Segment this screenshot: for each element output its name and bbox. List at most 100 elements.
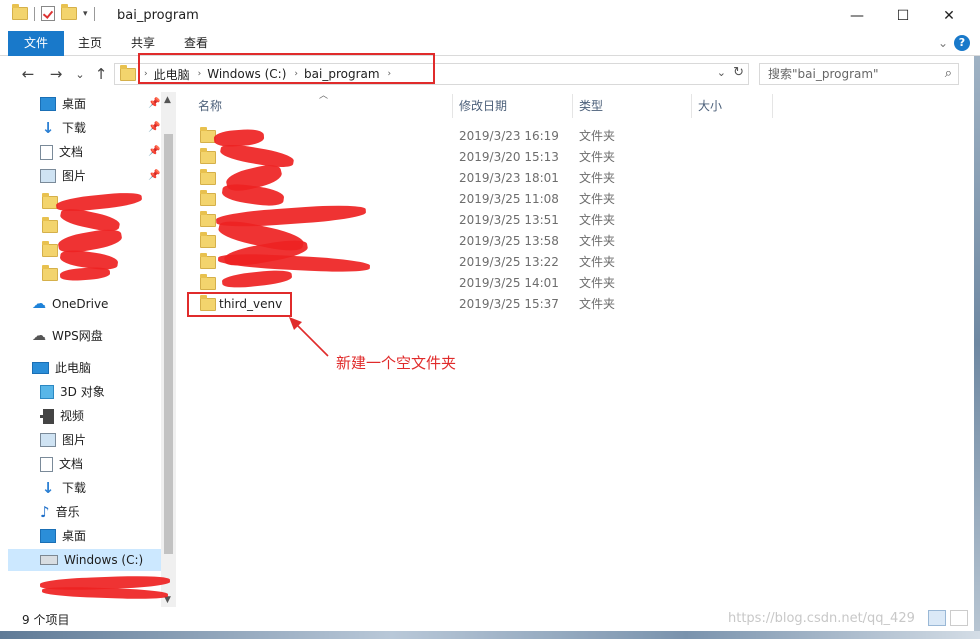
column-header-size[interactable]: 大小 [698,92,722,120]
up-button[interactable]: ↑ [91,64,111,84]
quick-access-toolbar: ▾ [12,4,95,21]
file-date: 2019/3/25 14:01 [459,276,559,290]
file-date: 2019/3/20 15:13 [459,150,559,164]
properties-icon[interactable] [41,6,55,21]
sidebar-item-desktop-pc[interactable]: 桌面 [40,525,160,547]
maximize-button[interactable]: ☐ [880,0,926,31]
computer-icon [32,362,49,374]
refresh-icon[interactable]: ↻ [733,65,744,80]
folder-icon [12,4,28,20]
column-header-date[interactable]: 修改日期 [459,92,507,120]
file-date: 2019/3/25 13:22 [459,255,559,269]
divider [93,6,95,21]
sort-ascending-icon: ︿ [319,91,329,101]
close-button[interactable]: ✕ [926,0,972,31]
column-header-type[interactable]: 类型 [579,92,603,120]
file-type: 文件夹 [579,129,616,143]
file-type: 文件夹 [579,150,616,164]
folder-icon[interactable] [42,241,58,257]
sidebar-item-videos[interactable]: 视频 [40,405,160,427]
sidebar-item-drive-c[interactable]: Windows (C:) [8,549,161,571]
scrollbar-thumb[interactable] [164,134,173,554]
folder-icon [200,148,216,164]
scroll-up-icon[interactable]: ▲ [164,95,171,105]
desktop-background-strip [0,631,980,639]
folder-icon [200,190,216,206]
sidebar-item-desktop[interactable]: 桌面 📌 [40,93,160,115]
search-icon[interactable]: ⌕ [945,64,952,84]
pin-icon: 📌 [148,122,161,133]
back-button[interactable]: ← [18,64,38,84]
download-icon: ↓ [41,479,55,497]
file-date: 2019/3/25 13:58 [459,234,559,248]
sidebar-scrollbar[interactable]: ▲ ▼ [161,92,176,607]
annotation-text: 新建一个空文件夹 [336,354,457,372]
recent-locations-button[interactable]: ⌄ [70,64,90,84]
file-type: 文件夹 [579,192,616,206]
sidebar-item-onedrive[interactable]: ☁ OneDrive [32,293,160,315]
sidebar-item-pictures[interactable]: 图片 📌 [40,165,160,187]
document-icon [40,456,53,472]
folder-icon[interactable] [42,265,58,281]
picture-icon [40,169,56,183]
window-title: bai_program [117,8,199,23]
file-date: 2019/3/23 16:19 [459,129,559,143]
expand-ribbon-icon[interactable]: ⌄ [938,36,948,50]
navigation-pane: 桌面 📌 ↓ 下载 📌 文档 📌 图片 📌 ☁ OneDrive ☁ WPS网盘… [0,92,176,607]
download-icon: ↓ [41,119,55,137]
desktop-icon [40,97,56,111]
picture-icon [40,433,56,447]
sidebar-item-documents[interactable]: 文档 📌 [40,141,160,163]
sidebar-item-pictures-pc[interactable]: 图片 [40,429,160,451]
document-icon [40,144,53,160]
sidebar-item-label: 图片 [62,169,87,183]
sidebar-item-this-pc[interactable]: 此电脑 [32,357,160,379]
sidebar-item-label: 桌面 [62,97,87,111]
drive-icon [40,555,58,565]
pin-icon: 📌 [148,170,161,181]
tab-home[interactable]: 主页 [66,31,114,56]
column-divider[interactable] [572,94,573,118]
folder-icon [120,64,136,81]
forward-button[interactable]: → [46,64,66,84]
column-header-name[interactable]: 名称 [198,92,222,120]
file-date: 2019/3/25 13:51 [459,213,559,227]
sidebar-item-label: OneDrive [52,297,109,311]
sidebar-item-3d-objects[interactable]: 3D 对象 [40,381,160,403]
divider [34,6,35,21]
annotation-highlight-address [138,53,435,84]
sidebar-item-label: 视频 [60,409,85,423]
search-input[interactable]: 搜索"bai_program" ⌕ [759,63,959,85]
new-folder-icon[interactable] [61,4,77,20]
sidebar-item-wps[interactable]: ☁ WPS网盘 [32,325,160,347]
column-divider[interactable] [452,94,453,118]
sidebar-item-music[interactable]: ♪ 音乐 [40,501,160,523]
sidebar-item-label: 桌面 [62,529,87,543]
sidebar-item-downloads-pc[interactable]: ↓ 下载 [40,477,160,499]
large-icons-view-button[interactable] [950,610,968,626]
file-type: 文件夹 [579,255,616,269]
sidebar-item-label: 此电脑 [55,361,92,375]
file-type: 文件夹 [579,297,616,311]
file-date: 2019/3/25 15:37 [459,297,559,311]
sidebar-item-label: 3D 对象 [60,385,105,399]
sidebar-item-label: WPS网盘 [52,329,103,343]
sidebar-item-label: 文档 [59,457,84,471]
tab-file[interactable]: 文件 [8,31,65,56]
column-divider[interactable] [772,94,773,118]
sidebar-item-downloads[interactable]: ↓ 下载 📌 [40,117,161,139]
details-view-button[interactable] [928,610,946,626]
column-divider[interactable] [691,94,692,118]
minimize-button[interactable]: — [834,0,880,31]
sidebar-item-label: 音乐 [55,505,80,519]
sidebar-item-documents-pc[interactable]: 文档 [40,453,160,475]
watermark-text: https://blog.csdn.net/qq_429 [728,611,915,626]
help-icon[interactable]: ? [954,35,970,51]
title-bar: ▾ bai_program — ☐ ✕ [0,0,980,31]
cloud-icon: ☁ [32,296,46,312]
folder-icon[interactable] [42,217,58,233]
address-dropdown-icon[interactable]: ⌄ [717,66,726,79]
file-type: 文件夹 [579,171,616,185]
customize-toolbar-icon[interactable]: ▾ [83,9,88,19]
annotation-highlight-new-folder [187,292,292,317]
